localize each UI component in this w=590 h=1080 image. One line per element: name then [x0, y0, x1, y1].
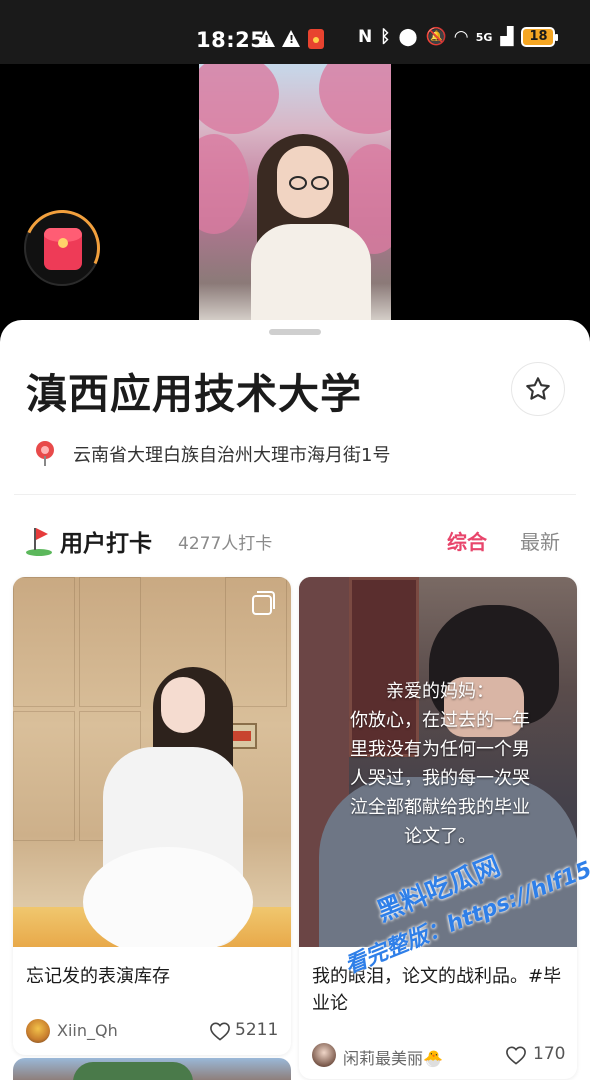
checkin-header: 用户打卡 4277人打卡 综合 最新 — [26, 524, 566, 560]
image-overlay-text: 亲爱的妈妈： 你放心，在过去的一年 里我没有为任何一个男 人哭过，我的每一次哭 … — [350, 681, 530, 847]
tab-overall[interactable]: 综合 — [447, 526, 487, 555]
tab-latest[interactable]: 最新 — [520, 526, 560, 555]
heart-icon[interactable] — [209, 1021, 231, 1041]
post-card[interactable] — [13, 1058, 291, 1080]
section-title: 用户打卡 — [60, 531, 152, 557]
place-sheet: 滇西应用技术大学 云南省大理白族自治州大理市海月街1号 用户打卡 4277人打卡… — [0, 320, 590, 1080]
mute-icon: 🔕 — [425, 27, 447, 47]
network-label: 5G — [475, 30, 493, 44]
location-icon: ⬤ — [398, 27, 418, 47]
like-count: 5211 — [235, 1020, 279, 1040]
post-card[interactable]: 亲爱的妈妈： 你放心，在过去的一年 里我没有为任何一个男 人哭过，我的每一次哭 … — [299, 577, 577, 1079]
heart-icon[interactable] — [505, 1045, 527, 1065]
avatar[interactable] — [26, 1019, 50, 1043]
favorite-button[interactable] — [511, 362, 565, 416]
warning-icon — [282, 30, 300, 47]
checkin-count: 4277人打卡 — [178, 534, 273, 554]
post-author[interactable]: Xiin_Qh — [57, 1021, 118, 1040]
post-caption: 忘记发的表演库存 — [26, 966, 170, 987]
red-packet-button[interactable] — [13, 199, 111, 297]
place-title: 滇西应用技术大学 — [26, 370, 362, 418]
post-author[interactable]: 闲莉最美丽🐣 — [343, 1045, 443, 1069]
post-image[interactable]: 亲爱的妈妈： 你放心，在过去的一年 里我没有为任何一个男 人哭过，我的每一次哭 … — [299, 577, 577, 947]
post-caption: 我的眼泪，论文的战利品。#毕业论 — [312, 966, 562, 1014]
status-bar: 18:25 N ᛒ ⬤ 🔕 ◠ 5G ▟ 18 — [0, 0, 590, 64]
warning-icon — [257, 30, 275, 47]
post-footer: 闲莉最美丽🐣 170 — [299, 1033, 577, 1079]
post-image[interactable] — [13, 577, 291, 947]
post-card[interactable]: 忘记发的表演库存 Xiin_Qh 5211 — [13, 577, 291, 1055]
status-time: 18:25 — [196, 28, 266, 52]
golf-flag-icon — [26, 528, 54, 556]
location-pin-icon — [36, 441, 54, 466]
red-packet-notification-icon — [308, 29, 324, 49]
like-count: 170 — [533, 1044, 566, 1064]
battery-icon: 18 — [521, 27, 559, 47]
nfc-icon: N — [358, 27, 373, 47]
status-icons: N ᛒ ⬤ 🔕 ◠ 5G ▟ 18 — [358, 27, 559, 47]
bluetooth-icon: ᛒ — [380, 27, 391, 47]
red-packet-icon — [44, 228, 82, 270]
post-footer: Xiin_Qh 5211 — [13, 1009, 291, 1055]
star-icon — [526, 377, 550, 400]
wifi-icon: ◠ — [454, 27, 468, 47]
divider — [14, 494, 576, 495]
drag-handle[interactable] — [269, 329, 321, 335]
cover-photo[interactable] — [199, 64, 391, 322]
place-address[interactable]: 云南省大理白族自治州大理市海月街1号 — [73, 441, 390, 467]
multi-image-icon — [252, 591, 275, 615]
avatar[interactable] — [312, 1043, 336, 1067]
signal-icon: ▟ — [500, 27, 514, 47]
